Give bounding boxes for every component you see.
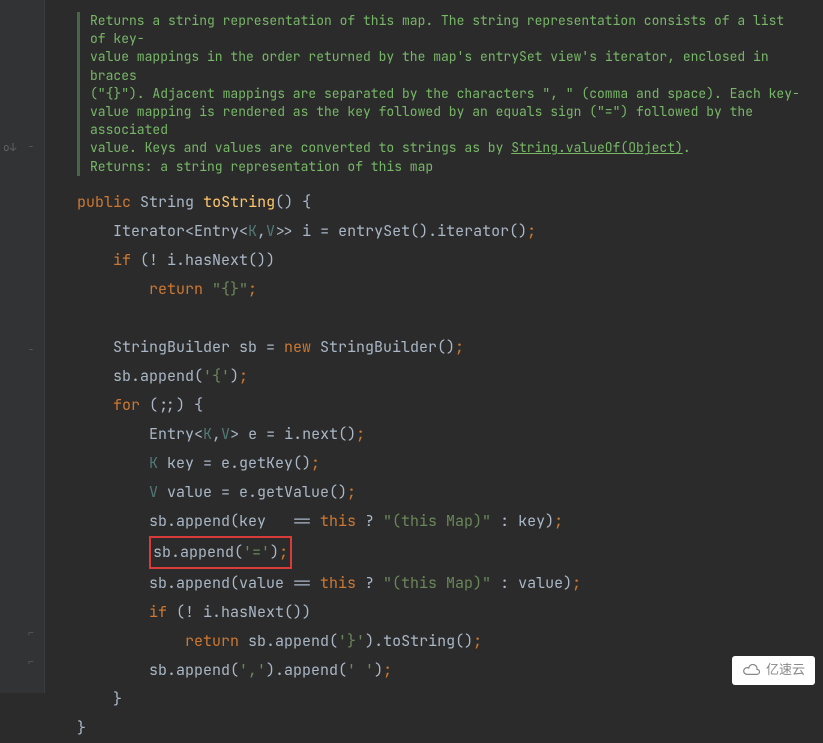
watermark-text: 亿速云	[766, 660, 805, 681]
keyword-if: if	[113, 250, 131, 270]
method-name: toString	[203, 192, 275, 212]
javadoc-block: Returns a string representation of this …	[77, 12, 823, 176]
keyword-public: public	[77, 192, 131, 212]
fold-marker-method[interactable]: −	[28, 139, 34, 155]
javadoc-reference-link[interactable]: String.valueOf(Object)	[511, 139, 683, 156]
javadoc-line: ("{}"). Adjacent mappings are separated …	[90, 85, 803, 103]
javadoc-line: value mappings in the order returned by …	[90, 48, 803, 84]
javadoc-returns: Returns: a string representation of this…	[90, 158, 803, 176]
javadoc-inline-code: entrySet	[480, 48, 542, 65]
keyword-this: this	[320, 511, 356, 531]
keyword-for: for	[113, 395, 140, 415]
editor-gutter: o↓ − − ⌐ ⌐	[0, 0, 45, 693]
type-param-v: V	[266, 221, 275, 241]
keyword-new: new	[284, 337, 311, 357]
watermark-icon	[742, 664, 762, 678]
char-literal: '{'	[203, 366, 230, 386]
javadoc-line: Returns a string representation of this …	[90, 12, 803, 48]
javadoc-line: value mapping is rendered as the key fol…	[90, 103, 803, 139]
watermark-badge: 亿速云	[732, 656, 815, 685]
editor-content: Returns a string representation of this …	[45, 0, 823, 743]
keyword-return: return	[149, 279, 203, 299]
type-param-k: K	[248, 221, 257, 241]
override-icon[interactable]: o↓	[3, 140, 16, 158]
fold-marker-for[interactable]: −	[28, 342, 34, 358]
fold-marker-end1[interactable]: ⌐	[28, 625, 34, 641]
fold-marker-end2[interactable]: ⌐	[28, 654, 34, 670]
highlighted-code-line: sb.append('=');	[149, 536, 292, 569]
string-literal: "(this Map)"	[383, 511, 491, 531]
code-block[interactable]: public String toString() { Iterator<Entr…	[45, 188, 823, 743]
javadoc-line: value. Keys and values are converted to …	[90, 139, 803, 157]
string-literal: "{}"	[203, 279, 248, 299]
